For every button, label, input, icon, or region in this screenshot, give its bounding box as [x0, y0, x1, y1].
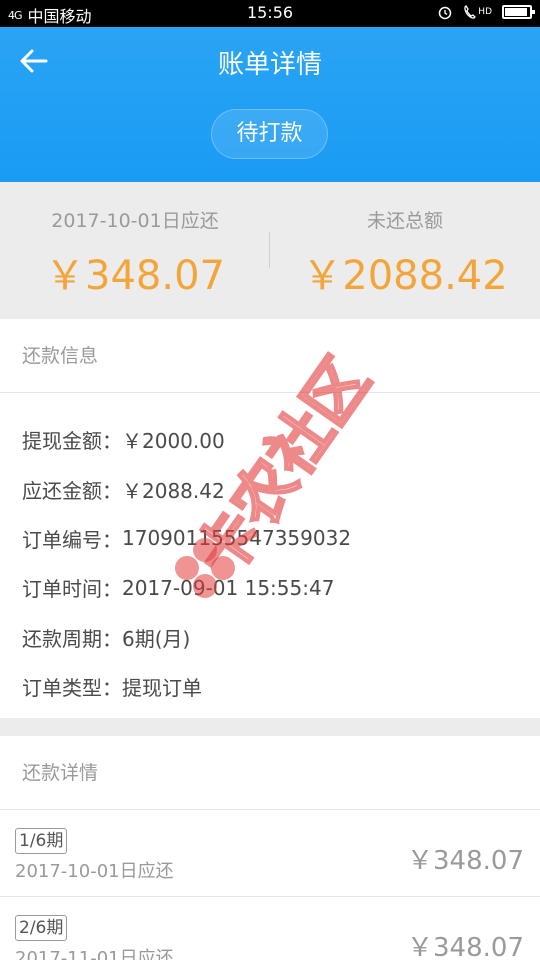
info-row-payable: 应还金额： ￥2088.42 — [0, 464, 540, 513]
info-row-withdraw: 提现金额： ￥2000.00 — [0, 415, 540, 464]
header: 账单详情 待打款 — [0, 27, 540, 182]
info-row-order-time: 订单时间： 2017-09-01 15:55:47 — [0, 563, 540, 612]
page-title: 账单详情 — [217, 50, 322, 80]
info-value: 2017-09-01 15:55:47 — [122, 575, 335, 600]
hd-label: HD — [478, 7, 492, 17]
info-label: 应还金额： — [22, 478, 122, 503]
info-label: 订单类型： — [22, 676, 122, 701]
info-value: 170901155547359032 — [122, 526, 352, 551]
total-summary: 未还总额 ￥2088.42 — [270, 182, 540, 301]
due-date: 2017-11-01日应还 — [15, 948, 174, 960]
repay-info-card: 还款信息 提现金额： ￥2000.00 应还金额： ￥2088.42 订单编号：… — [0, 319, 540, 718]
installment-amount: ￥348.07 — [407, 846, 524, 876]
alarm-icon — [439, 6, 452, 20]
due-date: 2017-10-01日应还 — [15, 861, 174, 882]
info-value: ￥2000.00 — [122, 429, 225, 454]
hd-call-icon: HD — [463, 4, 492, 20]
due-label: 2017-10-01日应还 — [51, 210, 219, 232]
status-badge: 待打款 — [211, 109, 328, 159]
period-badge: 2/6期 — [15, 915, 68, 941]
info-value: ￥2088.42 — [122, 478, 225, 503]
repay-info-title: 还款信息 — [0, 319, 540, 393]
repay-detail-title: 还款详情 — [0, 736, 540, 810]
status-right: HD — [437, 4, 535, 20]
total-label: 未还总额 — [366, 210, 443, 232]
repay-detail-card: 还款详情 1/6期 2017-10-01日应还 ￥348.07 2/6期 201… — [0, 736, 540, 960]
list-item[interactable]: 1/6期 2017-10-01日应还 ￥348.07 — [0, 810, 540, 897]
info-value: 提现订单 — [122, 676, 202, 701]
status-bar: 4G 中国移动 15:56 HD — [0, 0, 540, 27]
due-amount: ￥348.07 — [45, 253, 225, 299]
info-label: 还款周期： — [22, 626, 122, 651]
list-item[interactable]: 2/6期 2017-11-01日应还 ￥348.07 — [0, 897, 540, 960]
summary-panel: 2017-10-01日应还 ￥348.07 未还总额 ￥2088.42 — [0, 182, 540, 319]
due-summary: 2017-10-01日应还 ￥348.07 — [0, 182, 270, 301]
info-row-period: 还款周期： 6期(月) — [0, 613, 540, 662]
period-badge: 1/6期 — [15, 828, 68, 854]
total-amount: ￥2088.42 — [302, 253, 508, 299]
battery-icon — [502, 5, 535, 19]
info-row-order-number: 订单编号： 170901155547359032 — [0, 514, 540, 563]
info-value: 6期(月) — [122, 626, 191, 651]
info-row-order-type: 订单类型： 提现订单 — [0, 662, 540, 711]
info-label: 订单编号： — [22, 527, 122, 552]
info-label: 订单时间： — [22, 577, 122, 602]
repay-info-list: 提现金额： ￥2000.00 应还金额： ￥2088.42 订单编号： 1709… — [0, 393, 540, 711]
info-label: 提现金额： — [22, 429, 122, 454]
installment-amount: ￥348.07 — [407, 933, 524, 960]
